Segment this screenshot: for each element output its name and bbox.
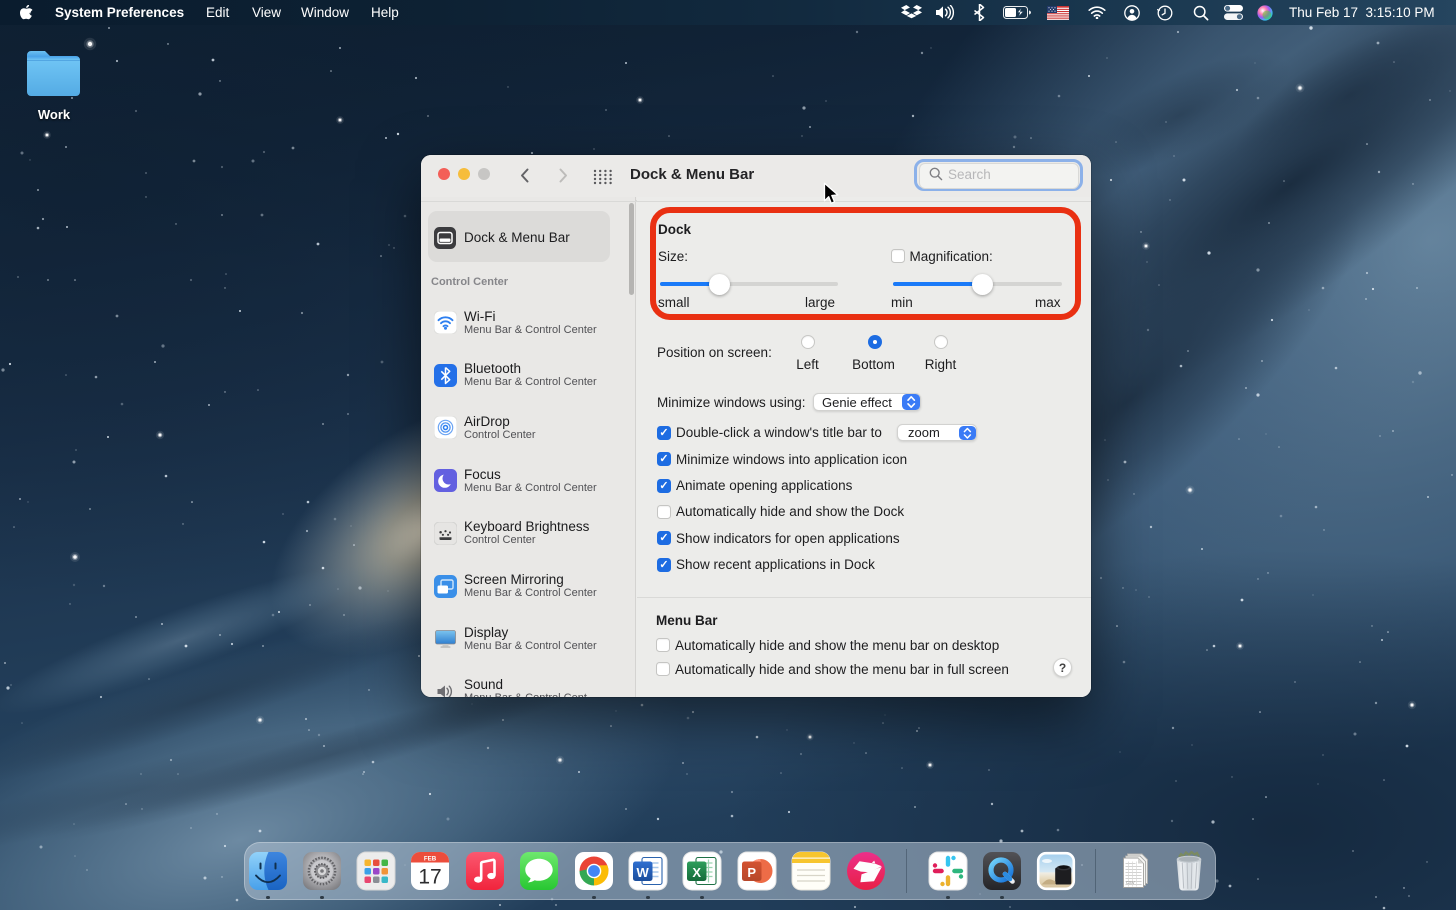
svg-text:FEB: FEB bbox=[424, 855, 437, 862]
svg-text:17: 17 bbox=[418, 866, 441, 889]
svg-text:W: W bbox=[637, 865, 650, 880]
svg-text:P: P bbox=[747, 865, 756, 880]
svg-text:X: X bbox=[692, 865, 701, 880]
svg-text:CSV: CSV bbox=[1126, 880, 1135, 885]
